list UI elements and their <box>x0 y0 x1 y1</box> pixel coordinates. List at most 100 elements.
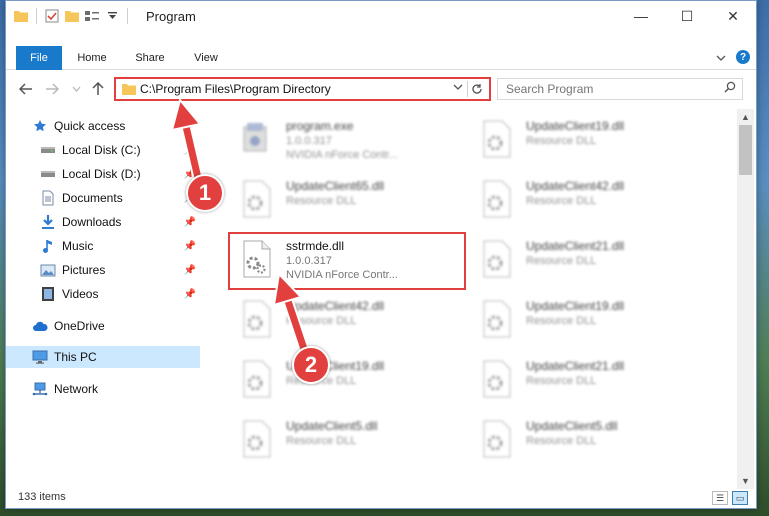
file-name: UpdateClient42.dll <box>286 299 385 313</box>
file-detail: Resource DLL <box>286 195 357 207</box>
network-icon <box>32 381 48 397</box>
file-tile[interactable]: UpdateClient19.dll Resource DLL <box>216 353 456 409</box>
sidebar-item-label: Videos <box>62 287 99 301</box>
pictures-icon <box>40 262 56 278</box>
file-name: UpdateClient5.dll <box>526 419 618 433</box>
ribbon-right: ? <box>716 50 750 64</box>
tab-share[interactable]: Share <box>128 46 172 70</box>
file-tile[interactable]: program.exe 1.0.0.317 NVIDIA nForce Cont… <box>216 113 456 169</box>
status-bar: 133 items ☰ ▭ <box>6 489 756 508</box>
view-options-icon[interactable] <box>85 9 99 23</box>
dll-file-icon <box>478 419 514 459</box>
pin-icon[interactable]: 📌 <box>184 265 196 276</box>
folder-icon <box>122 83 136 98</box>
pin-icon[interactable]: 📌 <box>184 289 196 300</box>
application-icon <box>238 119 274 159</box>
properties-icon[interactable] <box>45 9 59 23</box>
file-detail: Resource DLL <box>526 315 597 327</box>
sidebar-item-label: Local Disk (D:) <box>62 167 141 181</box>
sidebar-item-network[interactable]: Network <box>6 378 200 400</box>
forward-arrow-icon[interactable] <box>42 79 62 99</box>
file-detail: Resource DLL <box>526 135 597 147</box>
dll-file-icon <box>478 299 514 339</box>
file-tile[interactable]: UpdateClient5.dll Resource DLL <box>216 413 456 469</box>
sidebar-item-local-disk-d[interactable]: Local Disk (D:) 📌 <box>6 163 200 185</box>
tab-file[interactable]: File <box>16 46 62 70</box>
file-highlight-box <box>228 232 466 290</box>
music-icon <box>40 238 56 254</box>
file-tile[interactable]: UpdateClient42.dll Resource DLL <box>216 293 456 349</box>
toolbar-separator <box>127 8 128 24</box>
scroll-up-icon[interactable]: ▲ <box>737 109 754 125</box>
tiles-view-icon[interactable]: ▭ <box>732 491 748 505</box>
address-dropdown-icon[interactable] <box>453 82 463 93</box>
file-name: UpdateClient19.dll <box>526 299 625 313</box>
dll-file-icon <box>478 239 514 279</box>
file-detail: NVIDIA nForce Contr... <box>286 149 398 161</box>
step-badge-1: 1 <box>186 174 224 212</box>
file-detail: Resource DLL <box>526 375 597 387</box>
tab-home[interactable]: Home <box>70 46 114 70</box>
dll-file-icon <box>238 179 274 219</box>
file-tile[interactable]: UpdateClient65.dll Resource DLL <box>216 173 456 229</box>
tab-view[interactable]: View <box>186 46 226 70</box>
pin-icon[interactable]: 📌 <box>184 145 196 156</box>
videos-icon <box>40 286 56 302</box>
star-icon <box>32 118 48 134</box>
dll-file-icon <box>478 359 514 399</box>
navigation-bar: C:\Program Files\Program Directory <box>6 75 756 103</box>
refresh-icon[interactable] <box>467 81 485 97</box>
search-box[interactable] <box>497 78 743 100</box>
file-name: UpdateClient42.dll <box>526 179 625 193</box>
file-tile[interactable]: UpdateClient5.dll Resource DLL <box>456 413 696 469</box>
new-folder-icon[interactable] <box>65 9 79 23</box>
pin-icon[interactable]: 📌 <box>184 217 196 228</box>
address-bar[interactable]: C:\Program Files\Program Directory <box>114 77 491 101</box>
sidebar-item-label: Pictures <box>62 263 106 277</box>
dll-file-icon <box>238 359 274 399</box>
file-tile[interactable]: UpdateClient42.dll Resource DLL <box>456 173 696 229</box>
back-arrow-icon[interactable] <box>16 79 36 99</box>
address-path[interactable]: C:\Program Files\Program Directory <box>140 82 331 96</box>
sidebar-item-downloads[interactable]: Downloads 📌 <box>6 211 200 233</box>
monitor-icon <box>32 349 48 365</box>
sidebar-item-quick-access[interactable]: Quick access <box>6 115 200 137</box>
sidebar-item-onedrive[interactable]: OneDrive <box>6 315 200 337</box>
pin-icon[interactable]: 📌 <box>184 241 196 252</box>
up-arrow-icon[interactable] <box>88 79 108 99</box>
sidebar-item-this-pc[interactable]: This PC <box>6 346 200 368</box>
minimize-button[interactable]: — <box>618 1 664 31</box>
scroll-down-icon[interactable]: ▼ <box>737 473 754 489</box>
sidebar-item-documents[interactable]: Documents 📌 <box>6 187 200 209</box>
file-detail: Resource DLL <box>286 315 357 327</box>
navigation-pane: Quick access Local Disk (C:) 📌 Local Dis… <box>6 109 200 481</box>
vertical-scrollbar[interactable]: ▲ ▼ <box>737 109 754 489</box>
file-tile[interactable]: UpdateClient21.dll Resource DLL <box>456 353 696 409</box>
customize-toolbar-icon[interactable] <box>105 9 119 23</box>
file-tile[interactable]: UpdateClient21.dll Resource DLL <box>456 233 696 289</box>
expand-ribbon-icon[interactable] <box>716 50 726 64</box>
maximize-button[interactable]: ☐ <box>664 1 710 31</box>
help-icon[interactable]: ? <box>736 50 750 64</box>
dll-file-icon <box>238 299 274 339</box>
scroll-thumb[interactable] <box>739 125 752 175</box>
sidebar-item-videos[interactable]: Videos 📌 <box>6 283 200 305</box>
sidebar-item-label: OneDrive <box>54 319 105 333</box>
sidebar-item-local-disk-c[interactable]: Local Disk (C:) 📌 <box>6 139 200 161</box>
dll-file-icon <box>478 179 514 219</box>
dll-file-icon <box>478 119 514 159</box>
file-tile[interactable]: UpdateClient19.dll Resource DLL <box>456 293 696 349</box>
file-name: UpdateClient5.dll <box>286 419 378 433</box>
file-detail: Resource DLL <box>286 435 357 447</box>
sidebar-item-music[interactable]: Music 📌 <box>6 235 200 257</box>
recent-locations-icon[interactable] <box>66 79 86 99</box>
file-tile[interactable]: UpdateClient19.dll Resource DLL <box>456 113 696 169</box>
quick-access-toolbar <box>14 8 130 24</box>
file-detail: Resource DLL <box>526 195 597 207</box>
drive-icon <box>40 166 56 182</box>
sidebar-item-pictures[interactable]: Pictures 📌 <box>6 259 200 281</box>
close-button[interactable]: ✕ <box>710 1 756 31</box>
search-input[interactable] <box>506 80 716 98</box>
details-view-icon[interactable]: ☰ <box>712 491 728 505</box>
sidebar-item-label: Quick access <box>54 119 126 133</box>
